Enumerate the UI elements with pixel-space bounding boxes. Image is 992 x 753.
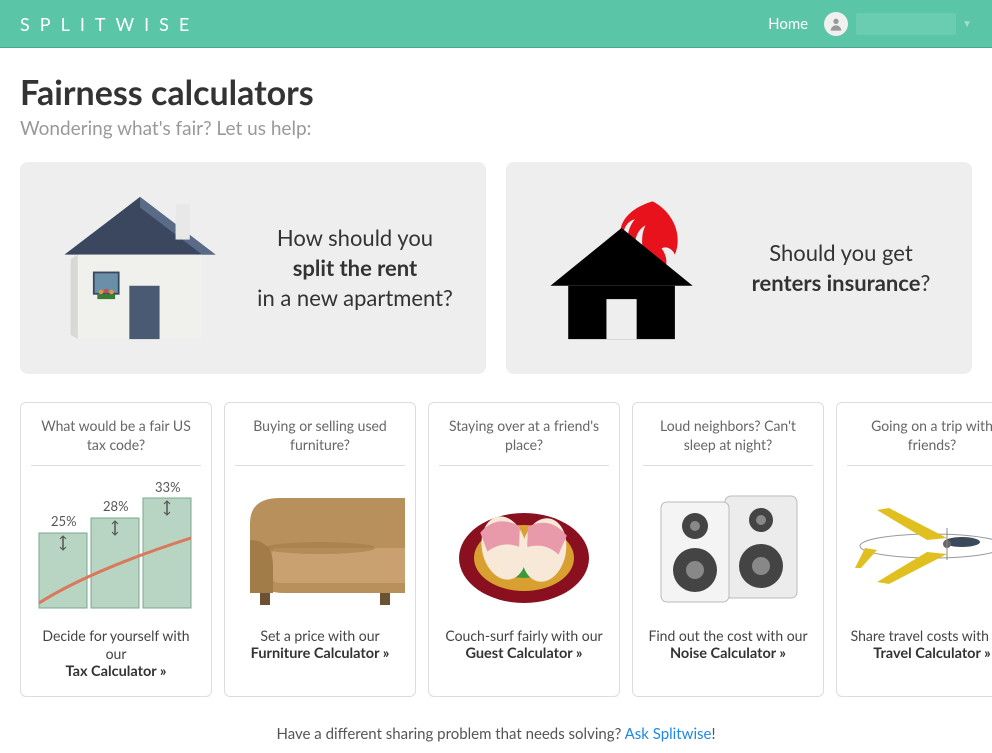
user-icon — [828, 16, 844, 32]
split-rent-card[interactable]: How should you split the rent in a new a… — [20, 162, 486, 374]
airplane-icon — [847, 478, 992, 613]
text-bold: split the rent — [293, 254, 418, 281]
card-cta: Furniture Calculator » — [251, 645, 390, 662]
travel-calculator-card[interactable]: Going on a trip with friends? Share trav… — [836, 402, 992, 697]
card-title: Staying over at a friend's place? — [439, 417, 609, 455]
tax-calculator-card[interactable]: What would be a fair US tax code? 25% 28… — [20, 402, 212, 697]
card-cta: Travel Calculator » — [873, 645, 991, 662]
renters-insurance-card[interactable]: Should you get renters insurance? — [506, 162, 972, 374]
page-title: Fairness calculators — [20, 72, 972, 113]
svg-text:25%: 25% — [51, 513, 77, 529]
card-tagline: Decide for yourself with our — [31, 627, 201, 663]
house-fire-icon — [536, 188, 716, 348]
card-cta: Guest Calculator » — [465, 645, 582, 662]
card-cta: Tax Calculator » — [65, 663, 166, 680]
divider — [847, 465, 992, 466]
text-bold: renters insurance — [752, 269, 921, 296]
featured-cards-row: How should you split the rent in a new a… — [20, 162, 972, 374]
house-icon — [50, 188, 230, 348]
speakers-icon — [643, 478, 813, 613]
divider — [235, 465, 405, 466]
split-rent-text: How should you split the rent in a new a… — [254, 223, 456, 312]
sofa-icon — [235, 478, 405, 613]
card-title: Loud neighbors? Can't sleep at night? — [643, 417, 813, 455]
main-content: Fairness calculators Wondering what's fa… — [0, 48, 992, 753]
divider — [643, 465, 813, 466]
username-placeholder[interactable] — [856, 13, 956, 35]
chevron-down-icon[interactable]: ▼ — [962, 18, 972, 30]
page-subtitle: Wondering what's fair? Let us help: — [20, 117, 972, 140]
divider — [31, 465, 201, 466]
logo[interactable]: SPLITWISE — [20, 13, 199, 35]
tax-chart-icon: 25% 28% 33% — [31, 478, 201, 613]
card-cta: Noise Calculator » — [670, 645, 786, 662]
card-title: What would be a fair US tax code? — [31, 417, 201, 455]
card-title: Buying or selling used furniture? — [235, 417, 405, 455]
card-tagline: Share travel costs with our — [851, 627, 992, 645]
guest-calculator-card[interactable]: Staying over at a friend's place? Couch-… — [428, 402, 620, 697]
furniture-calculator-card[interactable]: Buying or selling used furniture? Set a … — [224, 402, 416, 697]
slippers-icon — [439, 478, 609, 613]
text-q: ? — [920, 269, 930, 296]
card-tagline: Set a price with our — [260, 627, 379, 645]
text-line: How should you — [277, 224, 433, 251]
card-tagline: Find out the cost with our — [648, 627, 807, 645]
svg-text:33%: 33% — [155, 479, 181, 495]
calculator-cards-row: What would be a fair US tax code? 25% 28… — [20, 402, 972, 697]
renters-insurance-text: Should you get renters insurance? — [740, 238, 942, 297]
svg-text:28%: 28% — [103, 498, 129, 514]
noise-calculator-card[interactable]: Loud neighbors? Can't sleep at night? Fi… — [632, 402, 824, 697]
card-title: Going on a trip with friends? — [847, 417, 992, 455]
avatar[interactable] — [824, 12, 848, 36]
card-tagline: Couch-surf fairly with our — [445, 627, 602, 645]
text-line: Should you get — [769, 239, 912, 266]
text-line: in a new apartment? — [257, 284, 453, 311]
divider — [439, 465, 609, 466]
nav-home-link[interactable]: Home — [768, 15, 808, 33]
header: SPLITWISE Home ▼ — [0, 0, 992, 48]
